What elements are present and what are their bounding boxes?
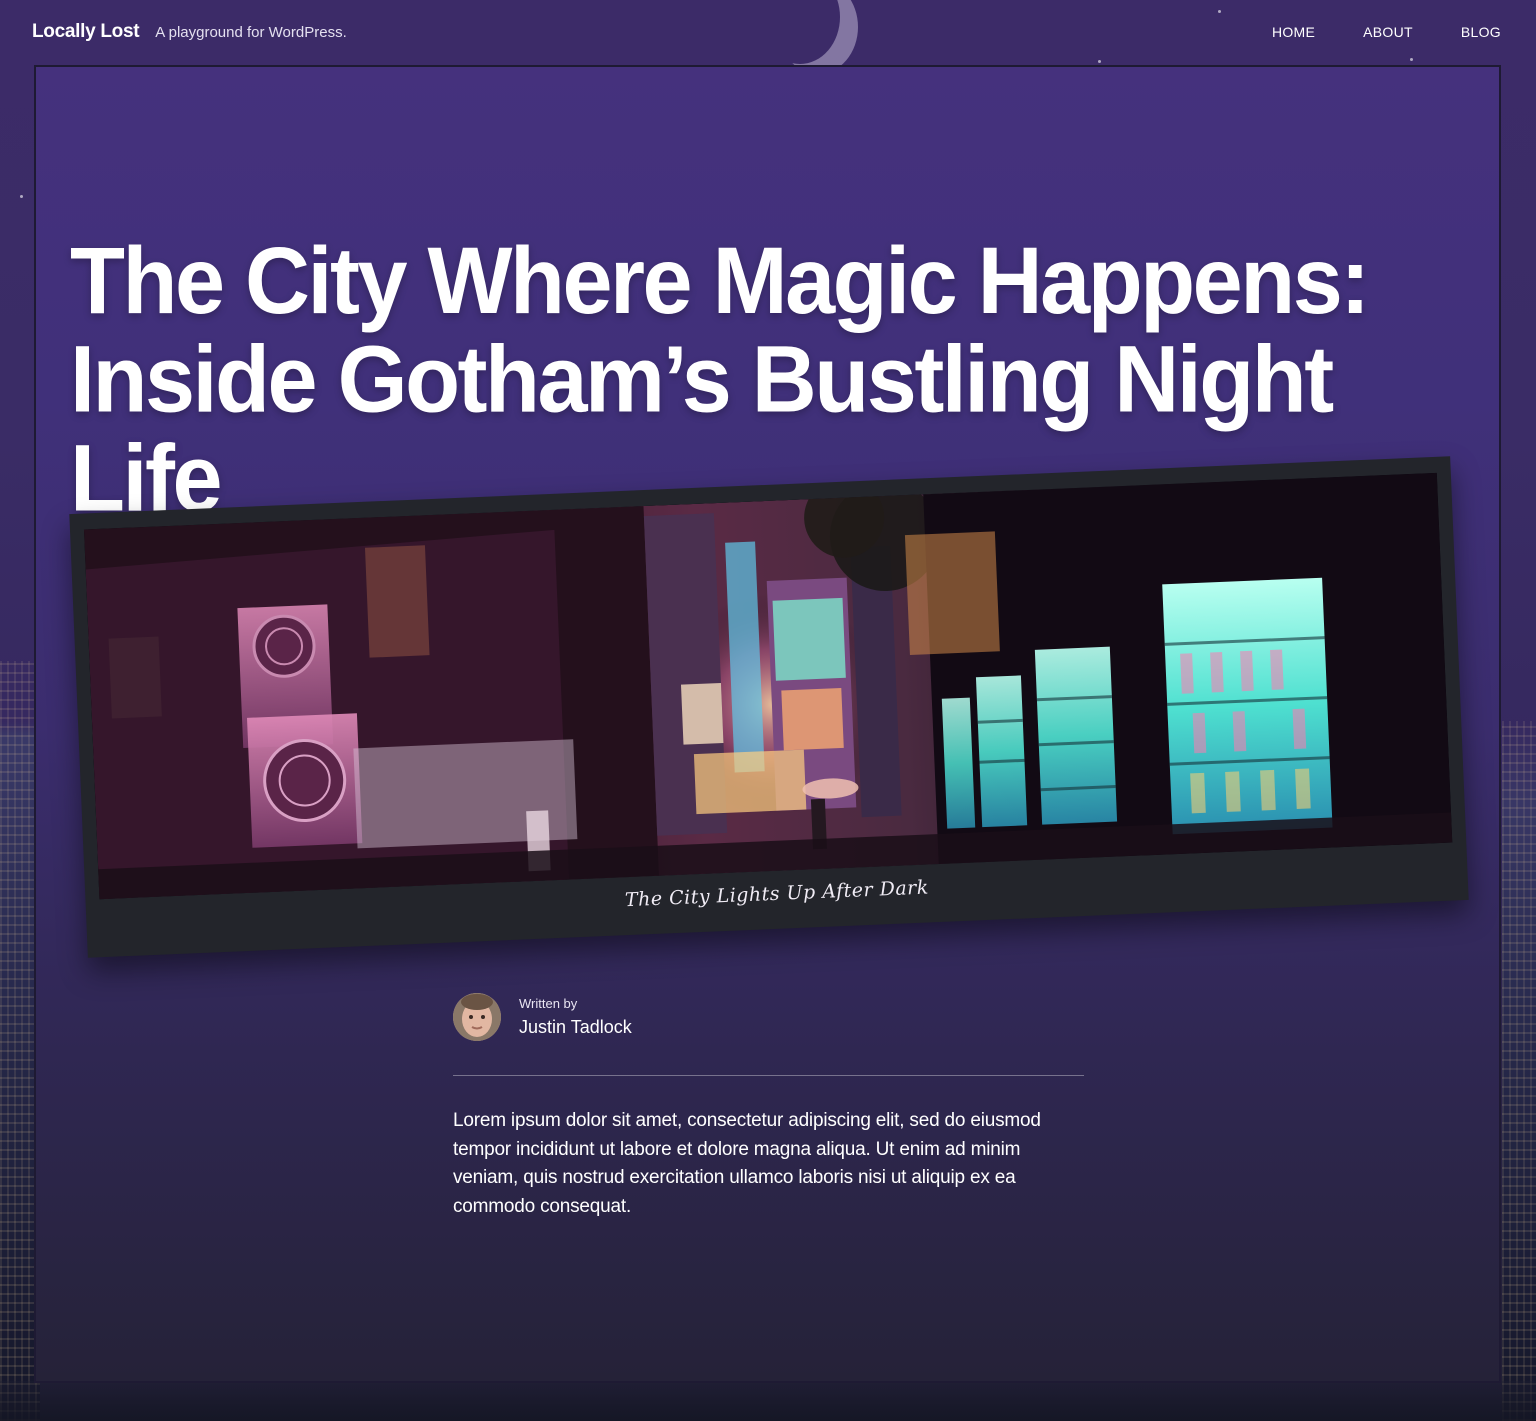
- star-decoration: [1098, 60, 1101, 63]
- byline-text: Written by Justin Tadlock: [519, 996, 632, 1038]
- site-tagline: A playground for WordPress.: [155, 24, 347, 41]
- star-decoration: [20, 195, 23, 198]
- avatar-face-icon: [453, 993, 501, 1041]
- post-byline: Written by Justin Tadlock: [453, 993, 632, 1041]
- branding: Locally Lost A playground for WordPress.: [32, 21, 347, 43]
- featured-image-card: The City Lights Up After Dark: [69, 456, 1469, 958]
- city-skyline-right: [1502, 721, 1536, 1421]
- written-by-label: Written by: [519, 996, 578, 1011]
- nav-item-home[interactable]: HOME: [1272, 24, 1315, 40]
- author-name-link[interactable]: Justin Tadlock: [519, 1017, 632, 1038]
- primary-nav: HOME ABOUT BLOG: [1272, 24, 1501, 40]
- nav-item-blog[interactable]: BLOG: [1461, 24, 1501, 40]
- star-decoration: [1218, 10, 1221, 13]
- post-body-paragraph: Lorem ipsum dolor sit amet, consectetur …: [453, 1110, 1041, 1217]
- byline-divider: [453, 1075, 1084, 1076]
- nav-item-about[interactable]: ABOUT: [1363, 24, 1413, 40]
- night-alley-illustration: [83, 472, 1453, 900]
- star-decoration: [1410, 58, 1413, 61]
- site-header: Locally Lost A playground for WordPress.…: [32, 16, 1501, 48]
- site-title-link[interactable]: Locally Lost: [32, 21, 140, 43]
- featured-image: [83, 472, 1453, 900]
- water-reflection: [0, 1381, 1536, 1421]
- author-avatar[interactable]: [453, 993, 501, 1041]
